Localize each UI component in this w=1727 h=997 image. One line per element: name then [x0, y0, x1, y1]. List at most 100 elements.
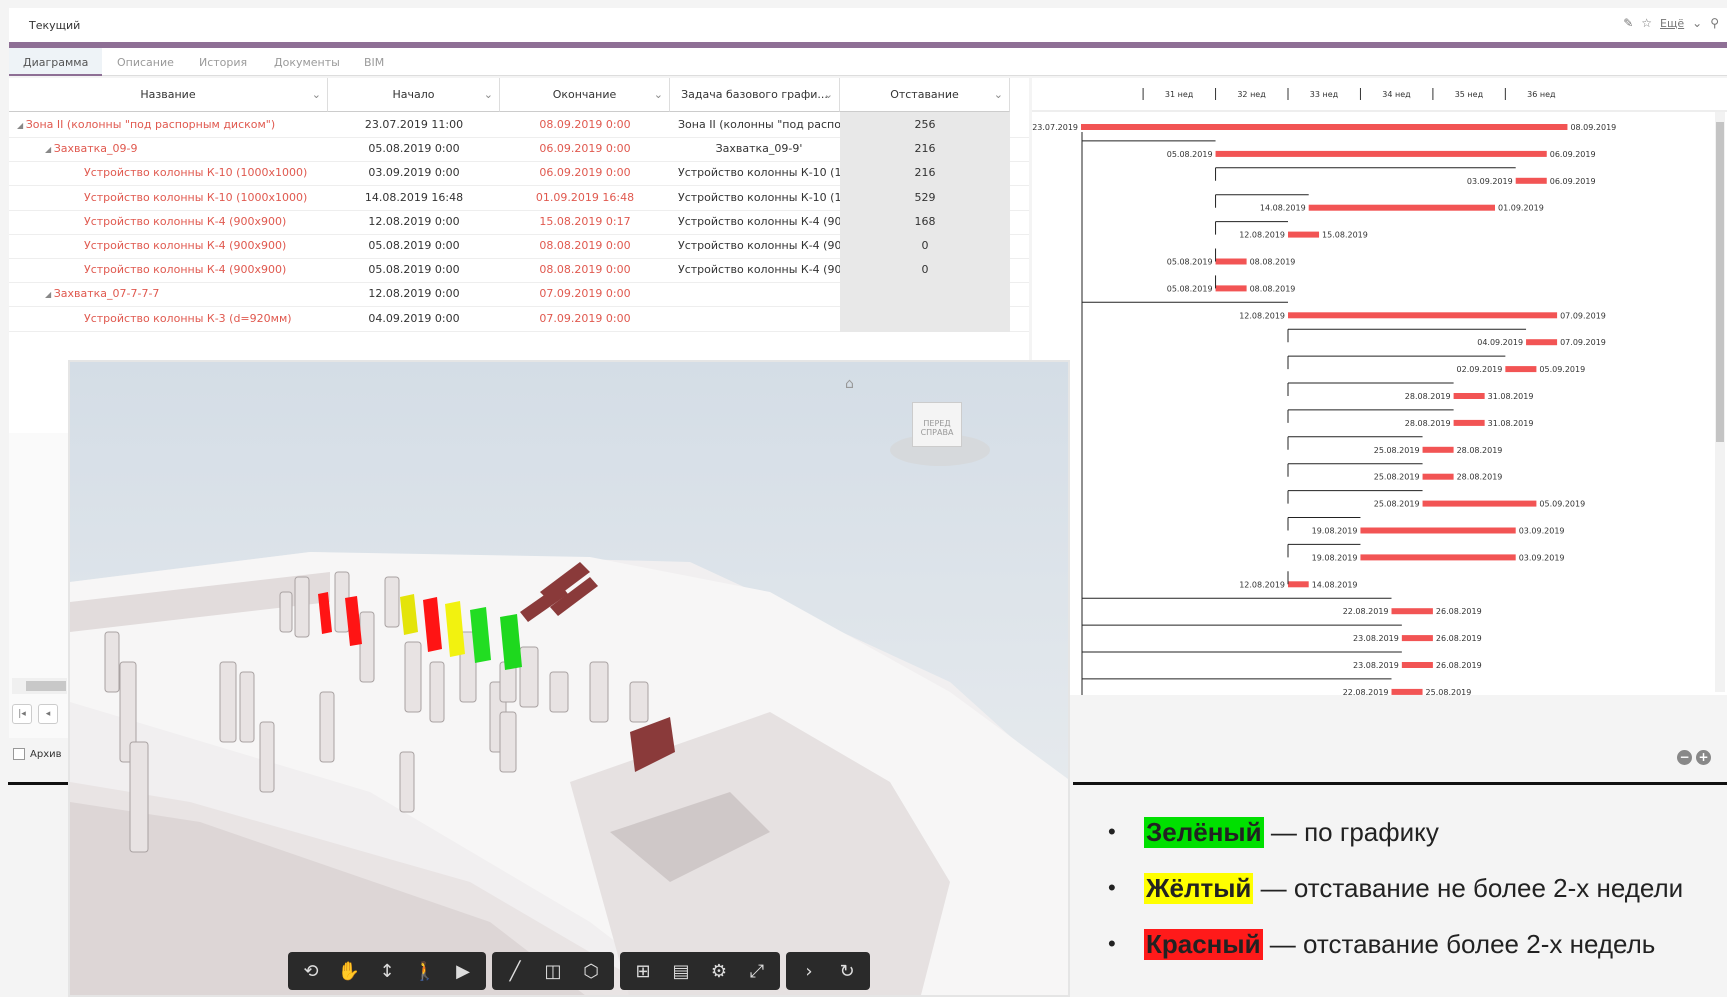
walk-icon[interactable]: 🚶: [406, 952, 444, 990]
gantt-end-label: 14.08.2019: [1312, 580, 1358, 589]
gantt-bar[interactable]: [1401, 662, 1433, 668]
lag-cell: [840, 305, 1010, 332]
table-row[interactable]: ◢ Зона II (колонны "под распорным диском…: [9, 112, 1029, 138]
next-icon[interactable]: ›: [790, 952, 828, 990]
archive-checkbox[interactable]: Архив: [13, 748, 62, 760]
settings-icon[interactable]: ⚙: [700, 952, 738, 990]
start-date-cell: 03.09.2019 0:00: [368, 166, 460, 180]
task-name-cell[interactable]: Устройство колонны К-10 (1000x1000): [84, 185, 320, 211]
gantt-start-label: 22.08.2019: [1343, 607, 1389, 616]
gantt-bar[interactable]: [1288, 581, 1309, 588]
gantt-bar[interactable]: [1453, 393, 1485, 399]
expand-toggle-icon[interactable]: ◢: [17, 121, 26, 130]
gantt-end-label: 28.08.2019: [1457, 473, 1503, 482]
tab-documents[interactable]: Документы: [274, 56, 340, 69]
gantt-bar[interactable]: [1391, 608, 1433, 615]
prev-page-button[interactable]: ◂: [38, 704, 58, 724]
task-name-cell[interactable]: Устройство колонны К-3 (d=920мм): [84, 306, 320, 332]
expand-toggle-icon[interactable]: ◢: [45, 145, 54, 154]
gantt-bar[interactable]: [1391, 688, 1423, 695]
gantt-bar[interactable]: [1401, 635, 1433, 642]
table-row[interactable]: ◢ Захватка_09-9 05.08.2019 0:00 06.09.2019…: [9, 136, 1029, 163]
gantt-end-label: 07.09.2019: [1560, 311, 1606, 320]
gantt-end-label: 08.09.2019: [1570, 123, 1616, 132]
gantt-bar[interactable]: [1505, 366, 1537, 373]
gantt-bar[interactable]: [1081, 124, 1568, 130]
task-name-cell[interactable]: Устройство колонны К-4 (900x900): [84, 257, 320, 283]
table-row[interactable]: Устройство колонны К-4 (900x900) 12.08.20…: [9, 208, 1029, 235]
bullet-icon: •: [1108, 931, 1116, 956]
gantt-bar[interactable]: [1360, 554, 1516, 561]
zoom-out-icon[interactable]: −: [1677, 750, 1692, 765]
star-icon[interactable]: ☆: [1641, 16, 1652, 30]
zoom-in-icon[interactable]: +: [1696, 750, 1711, 765]
camera-icon[interactable]: ▶: [444, 952, 482, 990]
task-name-cell[interactable]: Устройство колонны К-4 (900x900): [84, 233, 320, 259]
section-icon[interactable]: ◫: [534, 952, 572, 990]
gantt-bar[interactable]: [1360, 527, 1516, 534]
table-row[interactable]: Устройство колонны К-10 (1000x1000) 03.09…: [9, 160, 1029, 187]
lag-cell: 168: [840, 208, 1010, 235]
viewcube[interactable]: ПЕРЕД СПРАВА: [890, 402, 990, 472]
orbit-icon[interactable]: ⟲: [292, 952, 330, 990]
gantt-bar[interactable]: [1215, 258, 1247, 265]
task-name-cell[interactable]: Устройство колонны К-4 (900x900): [84, 209, 320, 235]
gantt-bar[interactable]: [1288, 231, 1320, 238]
gantt-bar[interactable]: [1422, 446, 1454, 453]
tab-diagram[interactable]: Диаграмма: [9, 48, 103, 76]
gantt-start-label: 23.08.2019: [1353, 661, 1399, 670]
sync-icon[interactable]: ↻: [828, 952, 866, 990]
gantt-bar[interactable]: [1215, 285, 1247, 292]
tab-description[interactable]: Описание: [117, 56, 174, 69]
table-row[interactable]: ◢ Захватка_07-7-7-7 12.08.2019 0:00 07.09.…: [9, 281, 1029, 308]
gantt-bar[interactable]: [1526, 339, 1558, 346]
gantt-bar[interactable]: [1422, 473, 1454, 480]
gantt-start-label: 23.08.2019: [1353, 634, 1399, 643]
column-header-base-task[interactable]: Задача базового графи... ⌄: [670, 78, 840, 112]
zoom-icon[interactable]: ↕: [368, 952, 406, 990]
gantt-bar[interactable]: [1288, 312, 1558, 319]
table-row[interactable]: Устройство колонны К-4 (900x900) 05.08.20…: [9, 257, 1029, 284]
gantt-scroll-thumb[interactable]: [1716, 122, 1724, 442]
pin-icon[interactable]: ⚲: [1710, 16, 1719, 30]
end-date-cell: 01.09.2019 16:48: [535, 190, 635, 204]
task-name-cell[interactable]: ◢ Зона II (колонны "под распорным диском…: [17, 112, 320, 138]
fullscreen-icon[interactable]: ⤢: [738, 952, 776, 990]
more-menu-button[interactable]: Ещё: [1660, 17, 1684, 30]
chevron-down-icon[interactable]: ⌄: [1692, 16, 1702, 30]
gantt-bar[interactable]: [1453, 419, 1485, 426]
bim-3d-viewer[interactable]: ⌂ ПЕРЕД СПРАВА ⟲ ✋ ↕ 🚶 ▶ ╱ ◫ ⬡ ⊞ ▤ ⚙ ⤢ › ↻: [68, 360, 1070, 997]
column-header-end[interactable]: Окончание ⌄: [500, 78, 670, 112]
first-page-button[interactable]: |◂: [12, 704, 32, 724]
model-browser-icon[interactable]: ⊞: [624, 952, 662, 990]
measure-icon[interactable]: ╱: [496, 952, 534, 990]
table-row[interactable]: Устройство колонны К-10 (1000x1000) 14.08…: [9, 184, 1029, 211]
pan-icon[interactable]: ✋: [330, 952, 368, 990]
concrete-column: [429, 661, 445, 723]
concrete-column: [359, 611, 375, 683]
column-header-start[interactable]: Начало ⌄: [328, 78, 500, 112]
tab-history[interactable]: История: [199, 56, 247, 69]
grid-pager: |◂ ◂: [12, 704, 58, 724]
gantt-start-label: 22.08.2019: [1343, 688, 1389, 695]
concrete-column: [399, 751, 415, 813]
home-icon[interactable]: ⌂: [845, 376, 854, 392]
column-header-lag[interactable]: Отставание ⌄: [840, 78, 1010, 112]
gantt-bar[interactable]: [1308, 204, 1495, 211]
edit-icon[interactable]: ✎: [1623, 16, 1633, 30]
table-row[interactable]: Устройство колонны К-3 (d=920мм) 04.09.20…: [9, 305, 1029, 332]
table-row[interactable]: Устройство колонны К-4 (900x900) 05.08.20…: [9, 233, 1029, 259]
task-name-cell[interactable]: Устройство колонны К-10 (1000x1000): [84, 160, 320, 186]
task-name-cell[interactable]: ◢ Захватка_07-7-7-7: [45, 281, 320, 307]
properties-icon[interactable]: ▤: [662, 952, 700, 990]
explode-icon[interactable]: ⬡: [572, 952, 610, 990]
grid-horizontal-scrollbar[interactable]: [12, 678, 67, 694]
column-header-name[interactable]: Название ⌄: [9, 78, 328, 112]
gantt-bar[interactable]: [1515, 177, 1547, 184]
expand-toggle-icon[interactable]: ◢: [45, 290, 54, 299]
gantt-bar[interactable]: [1422, 500, 1537, 507]
task-name-cell[interactable]: ◢ Захватка_09-9: [45, 136, 320, 162]
tab-bim[interactable]: BIM: [364, 56, 384, 69]
base-task-cell: Устройство колонны К-4 (900x90: [678, 263, 840, 277]
gantt-bar[interactable]: [1215, 150, 1547, 157]
